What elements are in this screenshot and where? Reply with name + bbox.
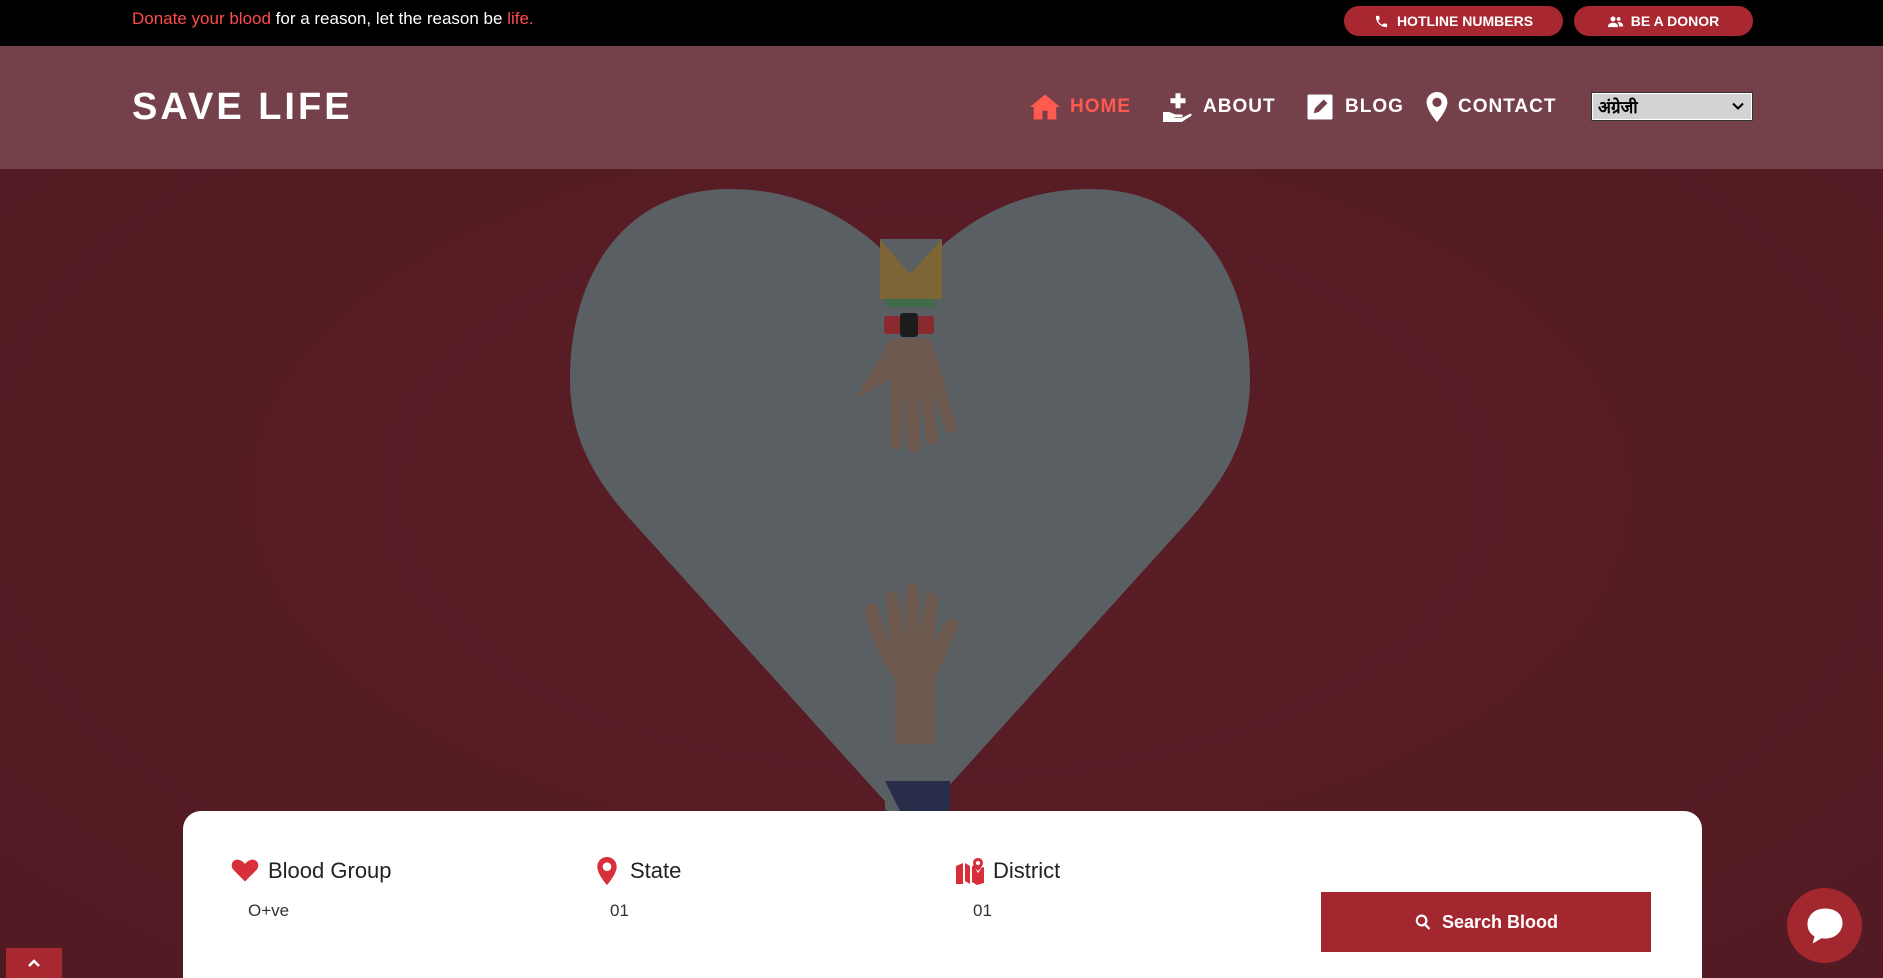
state-select[interactable]: 01 [610, 901, 681, 921]
map-location-icon [956, 858, 984, 885]
chat-bubble-icon [1807, 908, 1842, 943]
nav-label-about: ABOUT [1203, 96, 1276, 117]
district-label: District [993, 858, 1061, 883]
blood-search-card: Blood Group O+ve State 01 District 01 Se… [183, 811, 1702, 978]
state-field[interactable]: State 01 [593, 857, 681, 921]
state-label: State [630, 858, 682, 883]
blood-group-field[interactable]: Blood Group O+ve [231, 857, 392, 921]
nav-item-home[interactable]: HOME [1030, 90, 1131, 124]
district-select[interactable]: 01 [973, 901, 1060, 921]
chevron-down-icon [1732, 102, 1744, 110]
scroll-to-top-button[interactable] [6, 948, 62, 978]
nav-label-blog: BLOG [1345, 96, 1404, 117]
search-icon [1415, 914, 1431, 930]
heart-hands-illustration [570, 189, 1250, 831]
search-blood-button[interactable]: Search Blood [1321, 892, 1651, 952]
chevron-up-icon [28, 959, 40, 967]
blood-group-select[interactable]: O+ve [248, 901, 392, 921]
heart-icon [231, 859, 259, 882]
tagline-text: for a reason, let the reason be [270, 9, 508, 28]
nav-item-blog[interactable]: BLOG [1305, 90, 1404, 124]
nav-label-home: HOME [1070, 96, 1131, 117]
hand-plus-icon [1163, 93, 1192, 122]
blood-group-label: Blood Group [268, 858, 392, 883]
nav-item-about[interactable]: ABOUT [1163, 90, 1276, 124]
be-a-donor-button[interactable]: BE A DONOR [1574, 6, 1753, 36]
site-logo[interactable]: SAVE LIFE [132, 86, 353, 129]
users-icon [1607, 16, 1623, 27]
nav-label-contact: CONTACT [1458, 96, 1557, 117]
nav-item-contact[interactable]: CONTACT [1426, 90, 1556, 124]
tagline-highlight-life: life. [507, 9, 534, 28]
edit-icon [1307, 94, 1333, 120]
top-bar: Donate your blood for a reason, let the … [0, 0, 1883, 46]
language-select[interactable]: अंग्रेजी [1591, 92, 1753, 121]
hotline-numbers-button[interactable]: HOTLINE NUMBERS [1344, 6, 1563, 36]
phone-icon [1375, 15, 1388, 27]
language-selected-value: अंग्रेजी [1598, 98, 1638, 117]
map-pin-icon [1426, 92, 1448, 122]
search-button-label: Search Blood [1441, 911, 1559, 932]
tagline-highlight: Donate your blood [132, 9, 271, 28]
state-label-row: State [593, 857, 681, 885]
donor-label: BE A DONOR [1630, 13, 1720, 29]
district-label-row: District [956, 857, 1060, 885]
map-pin-icon [597, 857, 617, 885]
hotline-label: HOTLINE NUMBERS [1396, 13, 1534, 29]
home-icon [1030, 94, 1060, 120]
chat-widget-button[interactable] [1787, 888, 1862, 963]
tagline: Donate your blood for a reason, let the … [132, 9, 534, 29]
district-field[interactable]: District 01 [956, 857, 1060, 921]
main-navbar: SAVE LIFE HOME ABOUT BLOG CONTACT अंग्रे… [0, 46, 1883, 169]
blood-group-label-row: Blood Group [231, 857, 392, 885]
